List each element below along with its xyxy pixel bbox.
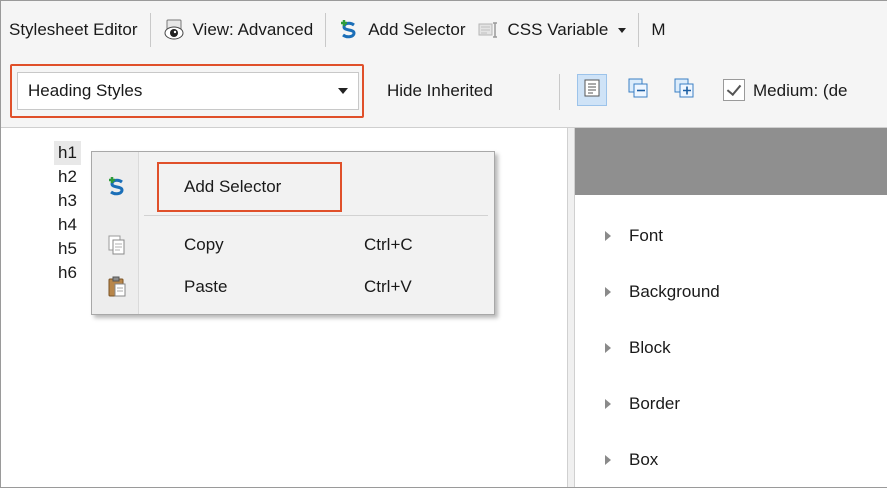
stylesheet-select-value: Heading Styles: [28, 81, 143, 100]
secondary-toolbar: Heading Styles Hide Inherited Medium: (d…: [1, 59, 887, 128]
expand-arrow-icon: [605, 287, 611, 297]
menu-item-label: Paste: [184, 277, 228, 296]
checkbox-icon[interactable]: [723, 79, 745, 101]
toolbar-separator: [325, 13, 327, 47]
add-selector-label: Add Selector: [368, 20, 466, 39]
properties-header: [575, 128, 887, 195]
menu-item-shortcut: Ctrl+V: [364, 277, 412, 296]
paste-icon: [106, 276, 128, 298]
stylesheet-select[interactable]: Heading Styles: [17, 72, 359, 110]
category-label: Block: [629, 338, 671, 357]
category-box[interactable]: Box: [605, 450, 658, 470]
view-eye-icon: [163, 19, 185, 41]
menu-item-shortcut: Ctrl+C: [364, 235, 413, 254]
tree-item-label: h4: [58, 215, 77, 234]
chevron-down-icon: [618, 27, 627, 33]
tree-item-label: h5: [58, 239, 77, 258]
css-variable-label: CSS Variable: [507, 20, 609, 39]
hide-inherited-button[interactable]: Hide Inherited: [387, 81, 493, 101]
editor-title: Stylesheet Editor: [1, 1, 144, 59]
expand-arrow-icon: [605, 399, 611, 409]
collapse-icon: [627, 77, 649, 104]
category-font[interactable]: Font: [605, 226, 663, 246]
menu-item-paste[interactable]: Paste Ctrl+V: [92, 270, 494, 304]
css-variable-icon: [478, 19, 500, 41]
view-button[interactable]: View: Advanced: [157, 1, 320, 59]
menu-item-add-selector[interactable]: Add Selector: [92, 170, 494, 204]
tree-item-label: h6: [58, 263, 77, 282]
tree-item-h5[interactable]: h5: [58, 237, 81, 261]
chevron-down-icon: [338, 88, 348, 94]
tree-item-label: h2: [58, 167, 77, 186]
category-border[interactable]: Border: [605, 394, 680, 414]
category-label: Box: [629, 450, 659, 469]
stylesheet-select-highlight: Heading Styles: [10, 64, 364, 118]
stylesheet-editor-window: Stylesheet Editor View: Advanced Add Sel…: [0, 0, 887, 488]
more-button[interactable]: M: [645, 1, 671, 59]
properties-pane: Font Background Block Border Box: [575, 128, 887, 487]
editor-title-label: Stylesheet Editor: [9, 20, 138, 39]
tree-item-h6[interactable]: h6: [58, 261, 81, 285]
expand-arrow-icon: [605, 343, 611, 353]
category-block[interactable]: Block: [605, 338, 671, 358]
menu-item-label: Copy: [184, 235, 224, 254]
add-selector-icon: [106, 176, 128, 198]
selector-tree: h1 h2 h3 h4 h5 h6: [54, 141, 81, 285]
category-label: Border: [629, 394, 681, 413]
add-selector-icon: [338, 19, 360, 41]
expand-arrow-icon: [605, 455, 611, 465]
category-label: Font: [629, 226, 664, 245]
properties-view-icon: [582, 78, 602, 103]
expand-all-button[interactable]: [669, 74, 699, 106]
more-label: M: [651, 20, 666, 39]
tree-item-h3[interactable]: h3: [58, 189, 81, 213]
tree-item-h1[interactable]: h1: [54, 141, 81, 165]
expand-arrow-icon: [605, 231, 611, 241]
properties-view-button[interactable]: [577, 74, 607, 106]
category-background[interactable]: Background: [605, 282, 720, 302]
menu-separator: [144, 215, 488, 216]
toolbar-separator: [149, 13, 151, 47]
menu-item-label: Add Selector: [184, 177, 282, 196]
copy-icon: [106, 234, 128, 256]
menu-item-copy[interactable]: Copy Ctrl+C: [92, 228, 494, 262]
view-button-label: View: Advanced: [192, 20, 314, 39]
tree-item-label: h3: [58, 191, 77, 210]
pane-splitter[interactable]: [567, 128, 575, 487]
expand-icon: [673, 77, 695, 104]
collapse-all-button[interactable]: [623, 74, 653, 106]
tree-item-label: h1: [54, 141, 81, 165]
category-label: Background: [629, 282, 720, 301]
context-menu: Add Selector Copy Ctrl+C Paste Ctrl+V: [91, 151, 495, 315]
tree-item-h4[interactable]: h4: [58, 213, 81, 237]
add-selector-button[interactable]: Add Selector: [332, 1, 471, 59]
toolbar-separator: [638, 13, 640, 47]
main-toolbar: Stylesheet Editor View: Advanced Add Sel…: [1, 1, 887, 60]
tree-item-h2[interactable]: h2: [58, 165, 81, 189]
css-variable-button[interactable]: CSS Variable: [472, 1, 633, 59]
toolbar-separator: [559, 74, 560, 110]
medium-select[interactable]: Medium: (de: [753, 81, 847, 101]
